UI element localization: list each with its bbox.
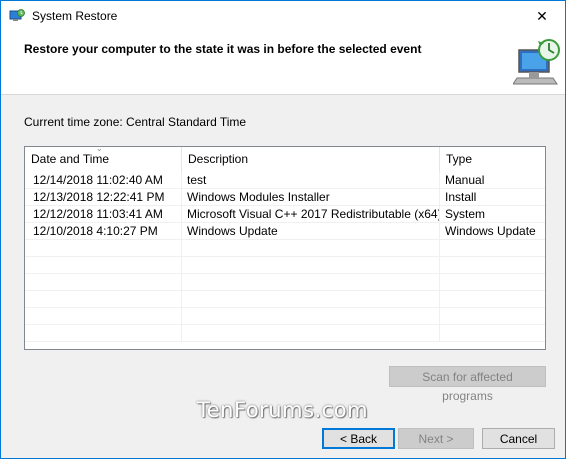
title-bar[interactable]: System Restore ✕ — [1, 1, 565, 32]
row-type: System — [445, 207, 486, 221]
row-description: Windows Modules Installer — [182, 189, 440, 206]
row-type: Install — [445, 190, 477, 204]
table-row[interactable]: 12/13/2018 12:22:41 PM Windows Modules I… — [25, 189, 545, 206]
next-button[interactable]: Next > — [398, 428, 474, 449]
row-description: Windows Update — [182, 223, 440, 240]
column-header-type[interactable]: Type — [440, 147, 545, 172]
empty-row — [25, 274, 545, 291]
back-button[interactable]: < Back — [322, 428, 395, 449]
table-row[interactable]: 12/12/2018 11:03:41 AM Microsoft Visual … — [25, 206, 545, 223]
row-date: 12/13/2018 12:22:41 PM — [25, 189, 182, 206]
empty-row — [25, 325, 545, 342]
restore-points-rows: 12/14/2018 11:02:40 AM test Manual 12/13… — [25, 172, 545, 342]
column-header-description[interactable]: Description — [182, 147, 440, 172]
watermark: TenForums.com — [197, 398, 369, 422]
row-date: 12/10/2018 4:10:27 PM — [25, 223, 182, 240]
close-button[interactable]: ✕ — [519, 1, 565, 32]
system-restore-window: System Restore ✕ Restore your computer t… — [0, 0, 566, 459]
computer-restore-icon — [513, 39, 560, 85]
system-restore-icon — [9, 9, 25, 21]
timezone-label: Current time zone: Central Standard Time — [24, 115, 247, 129]
restore-points-list[interactable]: ⌄ Date and Time Description Type 12/14/2… — [24, 146, 546, 350]
row-description: test — [182, 172, 440, 189]
table-row[interactable]: 12/14/2018 11:02:40 AM test Manual — [25, 172, 545, 189]
scan-affected-programs-button[interactable]: Scan for affected programs — [389, 366, 546, 403]
row-date: 12/12/2018 11:03:41 AM — [25, 206, 182, 223]
empty-row — [25, 308, 545, 325]
sort-down-icon: ⌄ — [96, 146, 103, 153]
table-row[interactable]: 12/10/2018 4:10:27 PM Windows Update Win… — [25, 223, 545, 240]
row-date: 12/14/2018 11:02:40 AM — [25, 172, 182, 189]
header-title: Restore your computer to the state it wa… — [24, 42, 422, 56]
window-title: System Restore — [32, 9, 118, 23]
row-description: Microsoft Visual C++ 2017 Redistributabl… — [182, 206, 440, 223]
column-header-date[interactable]: ⌄ Date and Time — [25, 147, 182, 172]
cancel-button[interactable]: Cancel — [482, 428, 555, 449]
empty-row — [25, 291, 545, 308]
wizard-header: Restore your computer to the state it wa… — [1, 32, 565, 95]
row-type: Windows Update — [445, 224, 536, 238]
row-type: Manual — [445, 173, 485, 187]
empty-row — [25, 240, 545, 257]
close-icon: ✕ — [536, 8, 548, 24]
empty-row — [25, 257, 545, 274]
